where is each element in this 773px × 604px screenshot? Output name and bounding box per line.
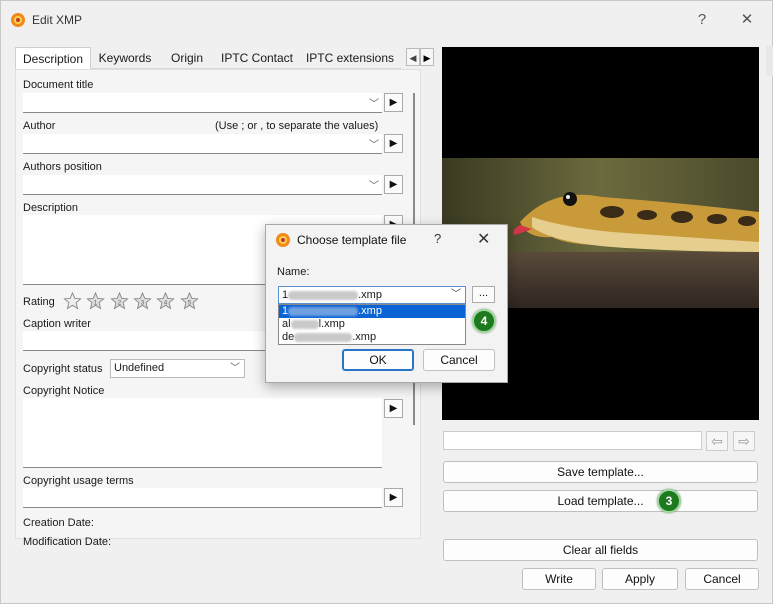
dialog-cancel-button[interactable]: Cancel [423,349,495,371]
arrow-right-icon: ⇨ [738,433,750,449]
author-field[interactable]: ﹀ [23,134,382,154]
next-image-button[interactable]: ⇨ [733,431,755,451]
star-icon[interactable]: 2 [109,292,129,310]
authors-position-label: Authors position [23,161,102,173]
svg-text:1: 1 [94,300,98,307]
background-window-edge [766,46,773,76]
title-bar: Edit XMP ? ✕ [1,1,772,39]
tab-iptc-contact[interactable]: IPTC Contact [215,47,299,69]
arrow-left-icon: ⇦ [711,433,723,449]
dialog-help-button[interactable]: ? [434,231,441,246]
name-label: Name: [277,266,310,278]
document-title-label: Document title [23,79,94,91]
document-title-menu-button[interactable]: ▶ [384,93,403,112]
help-button[interactable]: ? [690,9,714,31]
dialog-title: Choose template file [297,233,407,247]
dialog-ok-button[interactable]: OK [342,349,414,371]
copyright-usage-label: Copyright usage terms [23,475,134,487]
tab-description[interactable]: Description [15,47,91,70]
clear-all-fields-button[interactable]: Clear all fields [443,539,758,561]
redacted-text [288,306,359,316]
copyright-notice-menu-button[interactable]: ▶ [384,399,403,418]
save-template-button[interactable]: Save template... [443,461,758,483]
star-icon[interactable]: 1 [86,292,106,310]
copyright-usage-menu-button[interactable]: ▶ [384,488,403,507]
step-badge-3: 3 [657,489,681,513]
tab-scroll-left-button[interactable]: ◀ [406,48,420,66]
window-title: Edit XMP [32,13,83,27]
tab-scroll-right-button[interactable]: ▶ [420,48,434,66]
tab-iptc-extensions[interactable]: IPTC extensions [299,47,401,69]
close-button[interactable]: ✕ [735,9,759,31]
rating-label: Rating [23,296,55,308]
author-hint: (Use ; or , to separate the values) [215,120,379,132]
cancel-button[interactable]: Cancel [685,568,759,590]
svg-text:3: 3 [141,300,145,307]
authors-position-menu-button[interactable]: ▶ [384,175,403,194]
authors-position-field[interactable]: ﹀ [23,175,382,195]
combo-value-suffix: .xmp [358,289,382,301]
redacted-text [288,290,359,300]
author-menu-button[interactable]: ▶ [384,134,403,153]
template-dropdown-list[interactable]: 1 .xmp al l.xmp de .xmp [278,304,466,345]
rating-stars[interactable]: 1 2 3 4 5 [63,292,200,310]
chevron-down-icon: ﹀ [451,289,461,300]
author-label: Author [23,120,56,132]
document-title-field[interactable]: ﹀ [23,93,382,113]
chevron-down-icon: ﹀ [369,140,379,151]
modification-date-label: Modification Date: [23,536,112,548]
step-badge-4: 4 [472,309,496,333]
template-name-combo[interactable]: 1 .xmp ﹀ [278,286,466,304]
copyright-notice-field[interactable] [23,398,382,468]
star-icon[interactable]: 5 [179,292,199,310]
chevron-down-icon: ﹀ [230,363,240,374]
previous-image-button[interactable]: ⇦ [706,431,728,451]
svg-text:2: 2 [117,300,121,307]
write-button[interactable]: Write [522,568,596,590]
caption-writer-label: Caption writer [23,318,91,330]
chevron-down-icon: ﹀ [369,99,379,110]
tab-origin[interactable]: Origin [159,47,215,69]
chevron-down-icon: ﹀ [369,181,379,192]
copyright-status-select[interactable]: Undefined ﹀ [110,359,245,378]
star-icon[interactable] [63,292,82,310]
creation-date-label: Creation Date: [23,517,94,529]
copyright-status-label: Copyright status [23,363,103,375]
description-label: Description [23,202,79,214]
redacted-text [294,332,353,342]
star-icon[interactable]: 4 [156,292,176,310]
dialog-close-button[interactable]: ✕ [477,229,490,249]
edit-xmp-window: Edit XMP ? ✕ Description Keywords Origin… [0,0,773,604]
choose-template-dialog: Choose template file ? ✕ Name: 1 .xmp ﹀ .… [265,224,508,383]
list-item[interactable]: al l.xmp [279,318,465,331]
svg-text:4: 4 [164,300,168,307]
preview-slider[interactable] [443,431,702,450]
app-logo-icon [11,13,25,27]
list-item[interactable]: de .xmp [279,331,465,344]
apply-button[interactable]: Apply [602,568,678,590]
browse-button[interactable]: ... [472,286,495,303]
copyright-usage-field[interactable] [23,488,382,508]
list-item[interactable]: 1 .xmp [279,305,465,318]
copyright-status-value: Undefined [114,362,165,374]
svg-text:5: 5 [187,300,191,307]
redacted-text [290,319,319,329]
load-template-button[interactable]: Load template... [443,490,758,512]
copyright-notice-label: Copyright Notice [23,385,105,397]
app-logo-icon [276,233,290,247]
tab-keywords[interactable]: Keywords [91,47,159,69]
star-icon[interactable]: 3 [133,292,152,310]
